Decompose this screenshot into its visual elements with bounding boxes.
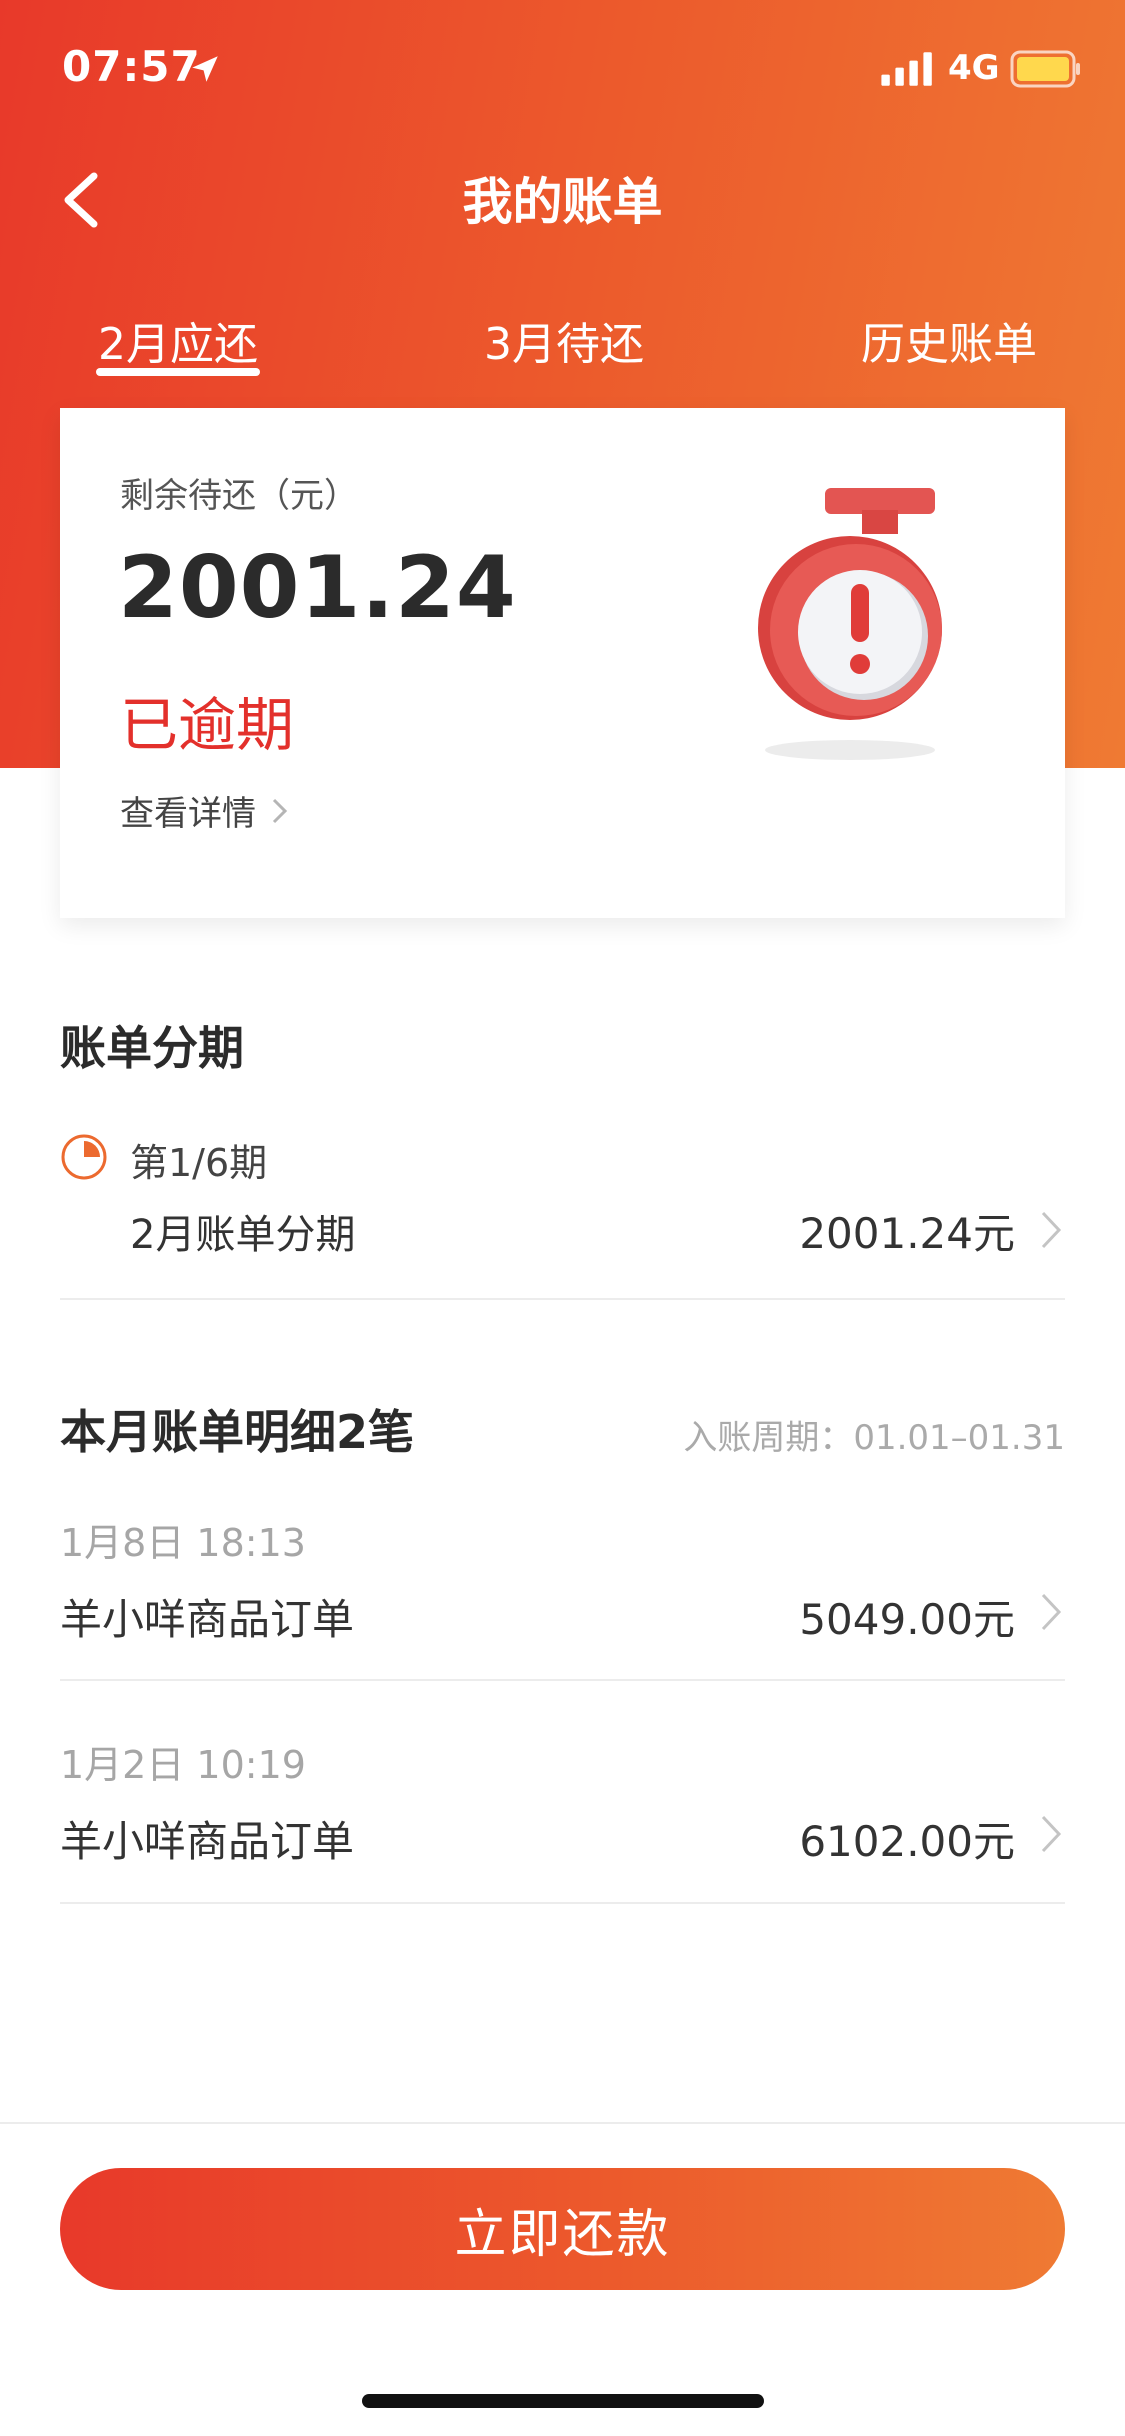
chevron-right-icon[interactable] [1038,1812,1064,1856]
remaining-amount-value: 2001.24 [118,538,517,638]
billing-cycle-label: 入账周期：01.01–01.31 [683,1418,1065,1458]
overdue-status-text: 已逾期 [120,691,295,759]
installment-progress-icon [61,1134,107,1180]
remaining-amount-label: 剩余待还（元） [120,476,358,516]
view-details-link[interactable]: 查看详情 [120,786,290,835]
tab-history-bills[interactable]: 历史账单 [858,308,1040,372]
transaction-amount: 6102.00元 [799,1817,1015,1866]
transaction-date: 1月2日 10:19 [60,1743,306,1787]
battery-icon [1010,50,1080,88]
network-type-label: 4G [948,48,1000,88]
chevron-right-icon [272,798,288,823]
status-time: 07:57 [62,42,201,91]
transaction-amount: 5049.00元 [799,1595,1015,1644]
chevron-right-icon[interactable] [1038,1590,1064,1634]
pay-now-button[interactable]: 立即还款 [60,2168,1065,2290]
transaction-date: 1月8日 18:13 [60,1521,306,1565]
screen: 07:57 4G 我的账单 2月应还 3月待还 历史账单 剩余待还（元） 200… [0,0,1125,2436]
divider [60,1679,1065,1681]
installment-section-title: 账单分期 [60,1021,244,1075]
transaction-name[interactable]: 羊小咩商品订单 [60,1808,354,1869]
statement-section-title: 本月账单明细2笔 [60,1405,415,1459]
home-indicator [362,2394,764,2408]
page-title: 我的账单 [462,173,663,231]
transaction-name[interactable]: 羊小咩商品订单 [60,1586,354,1647]
divider [60,1902,1065,1904]
installment-name[interactable]: 2月账单分期 [130,1202,355,1260]
divider [60,1298,1065,1300]
view-details-label: 查看详情 [120,794,256,834]
installment-amount: 2001.24元 [799,1209,1015,1258]
footer-divider [0,2122,1125,2124]
installment-period-text: 第1/6期 [130,1141,268,1185]
chevron-right-icon[interactable] [1038,1208,1064,1252]
cellular-signal-icon [881,52,932,86]
status-bar: 07:57 4G [0,0,1125,140]
tab-march-pending[interactable]: 3月待还 [482,308,646,372]
overdue-alarm-clock-icon [758,488,942,760]
tab-february-due[interactable]: 2月应还 [96,308,260,372]
location-arrow-icon [192,56,218,82]
active-tab-indicator [96,368,260,376]
bill-summary-card: 剩余待还（元） 2001.24 已逾期 查看详情 [60,408,1065,918]
